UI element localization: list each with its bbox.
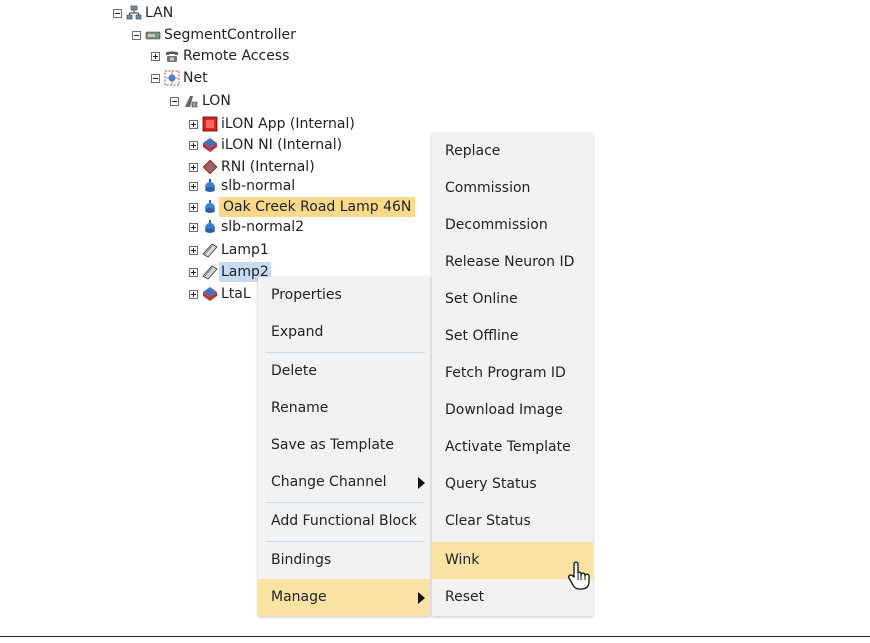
collapse-toggle-icon[interactable]	[132, 30, 141, 40]
ilon-app-icon	[202, 116, 218, 132]
menu-item-label: Change Channel	[271, 474, 387, 490]
hand-cursor-icon	[568, 561, 590, 590]
menu-item-set-online[interactable]: Set Online	[432, 281, 593, 318]
lamp-device-icon	[202, 243, 218, 258]
collapse-toggle-icon[interactable]	[170, 96, 179, 106]
submenu-arrow-icon	[418, 477, 425, 489]
menu-item-query-status[interactable]: Query Status	[432, 466, 593, 503]
tree-node-label: Lamp1	[221, 242, 269, 258]
tree-node-label: slb-normal	[221, 178, 296, 194]
menu-item-set-offline[interactable]: Set Offline	[432, 318, 593, 355]
menu-item-rename[interactable]: Rename	[258, 390, 430, 427]
menu-item-bindings[interactable]: Bindings	[258, 542, 430, 579]
menu-item-fetch-program-id[interactable]: Fetch Program ID	[432, 355, 593, 392]
tree-node-label: iLON NI (Internal)	[221, 137, 343, 153]
tree-node-label: LON	[202, 93, 231, 109]
tree-node-rni[interactable]: RNI (Internal)	[189, 157, 317, 177]
menu-item-manage[interactable]: Manage	[258, 579, 430, 616]
expand-toggle-icon[interactable]	[189, 162, 198, 172]
menu-item-replace[interactable]: Replace	[432, 133, 593, 170]
menu-item-properties[interactable]: Properties	[258, 277, 430, 314]
rni-icon	[202, 159, 218, 175]
controller-icon	[145, 31, 161, 40]
menu-item-clear-status[interactable]: Clear Status	[432, 503, 593, 540]
ilon-ni-icon	[203, 138, 217, 152]
menu-item-add-functional-block[interactable]: Add Functional Block	[258, 503, 430, 540]
expand-toggle-icon[interactable]	[189, 140, 198, 150]
tree-node-segmentcontroller[interactable]: SegmentController	[132, 25, 298, 45]
tree-node-label: slb-normal2	[221, 219, 305, 235]
lta-icon	[203, 287, 217, 301]
expand-toggle-icon[interactable]	[189, 222, 198, 232]
expand-toggle-icon[interactable]	[189, 289, 198, 299]
expand-toggle-icon[interactable]	[189, 119, 198, 129]
menu-item-label: Manage	[271, 589, 327, 605]
expand-toggle-icon[interactable]	[189, 267, 198, 277]
phone-icon	[166, 51, 178, 62]
lamp-device-icon	[202, 265, 218, 280]
tree-node-ilon-ni[interactable]: iLON NI (Internal)	[189, 135, 344, 155]
streetlight-icon	[205, 220, 215, 233]
bottom-border-line	[0, 636, 870, 637]
streetlight-icon	[205, 200, 215, 213]
expand-toggle-icon[interactable]	[189, 181, 198, 191]
tree-node-lon[interactable]: LON	[170, 91, 233, 111]
tree-node-net[interactable]: Net	[151, 68, 210, 88]
tree-node-slb-normal2[interactable]: slb-normal2	[189, 217, 306, 237]
tree-node-label: LAN	[145, 5, 174, 21]
tree-node-label: Remote Access	[183, 48, 290, 64]
menu-item-delete[interactable]: Delete	[258, 353, 430, 390]
tree-node-label: SegmentController	[164, 27, 296, 43]
expand-toggle-icon[interactable]	[189, 202, 198, 212]
menu-item-change-channel[interactable]: Change Channel	[258, 464, 430, 501]
tree-node-slb-normal[interactable]: slb-normal	[189, 176, 297, 196]
tree-node-lan[interactable]: LAN	[113, 3, 175, 23]
tree-node-lamp1[interactable]: Lamp1	[189, 240, 271, 260]
tree-node-label: Net	[183, 70, 208, 86]
lon-icon	[185, 96, 198, 108]
tree-node-oak-creek-road-lamp[interactable]: Oak Creek Road Lamp 46N	[189, 197, 416, 217]
tree-node-label: LtaL	[221, 286, 251, 302]
tree-node-ilon-app[interactable]: iLON App (Internal)	[189, 114, 357, 134]
tree-node-label: RNI (Internal)	[221, 159, 315, 175]
streetlight-icon	[205, 179, 215, 192]
tree-node-label: iLON App (Internal)	[221, 116, 355, 132]
expand-toggle-icon[interactable]	[189, 245, 198, 255]
network-icon	[126, 5, 142, 20]
menu-item-commission[interactable]: Commission	[432, 170, 593, 207]
tree-node-ltal[interactable]: LtaL	[189, 284, 253, 304]
net-icon	[164, 70, 180, 86]
tree-node-remote-access[interactable]: Remote Access	[151, 46, 291, 66]
expand-toggle-icon[interactable]	[151, 51, 160, 61]
menu-item-expand[interactable]: Expand	[258, 314, 430, 351]
manage-submenu: Replace Commission Decommission Release …	[432, 133, 593, 616]
menu-item-download-image[interactable]: Download Image	[432, 392, 593, 429]
menu-item-activate-template[interactable]: Activate Template	[432, 429, 593, 466]
submenu-arrow-icon	[418, 592, 425, 604]
tree-node-label: Oak Creek Road Lamp 46N	[219, 197, 416, 217]
menu-item-save-as-template[interactable]: Save as Template	[258, 427, 430, 464]
collapse-toggle-icon[interactable]	[113, 8, 122, 18]
context-menu: Properties Expand Delete Rename Save as …	[258, 277, 430, 616]
collapse-toggle-icon[interactable]	[151, 73, 160, 83]
menu-item-release-neuron-id[interactable]: Release Neuron ID	[432, 244, 593, 281]
menu-item-decommission[interactable]: Decommission	[432, 207, 593, 244]
